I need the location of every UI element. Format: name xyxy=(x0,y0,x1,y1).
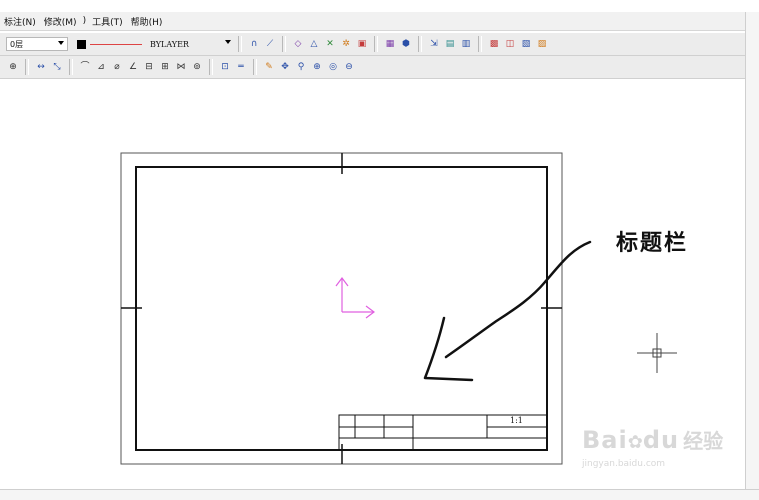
watermark: Bai✿du 经验 jingyan.baidu.com xyxy=(582,425,724,469)
cad-window: 标注(N) 修改(M) ) 工具(T) 帮助(H) 0层 BYLAYER ∩ ⟋… xyxy=(0,0,759,500)
vertical-scrollbar[interactable] xyxy=(745,12,759,490)
ucs-axis-icon xyxy=(335,277,375,319)
watermark-cn: 经验 xyxy=(683,429,724,453)
title-block-scale-text: 1:1 xyxy=(510,416,523,425)
horizontal-scrollbar[interactable] xyxy=(0,489,759,500)
watermark-url: jingyan.baidu.com xyxy=(582,459,666,469)
title-block-annotation-label: 标题栏 xyxy=(616,230,689,256)
crosshair-cursor-icon xyxy=(637,333,677,373)
annotation-arrow xyxy=(423,240,592,382)
watermark-brand-tail: du xyxy=(642,426,680,454)
watermark-brand: Bai xyxy=(582,426,628,454)
paw-icon: ✿ xyxy=(627,432,643,453)
